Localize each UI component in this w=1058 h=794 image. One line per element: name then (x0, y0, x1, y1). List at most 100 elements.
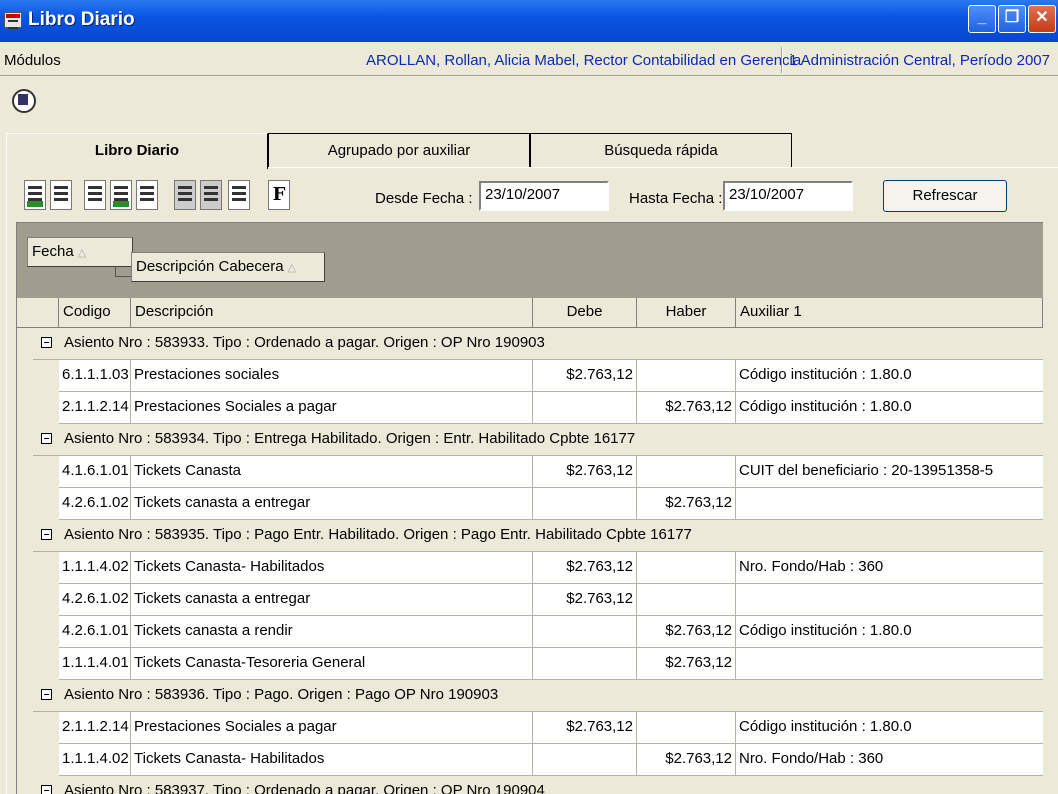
group-chip-descripcion[interactable]: Descripción Cabecera △ (131, 252, 325, 282)
table-row[interactable]: 1.1.1.4.01 Tickets Canasta-Tesoreria Gene… (59, 648, 1043, 680)
cell-debe (533, 616, 637, 648)
cell-auxiliar: CUIT del beneficiario : 20-13951358-5 (736, 456, 1043, 488)
refrescar-button[interactable]: Refrescar (883, 180, 1007, 212)
cell-descripcion: Tickets canasta a rendir (131, 616, 533, 648)
collapse-icon[interactable] (41, 433, 52, 444)
table-row[interactable]: 6.1.1.1.03 Prestaciones sociales $2.763,12… (59, 360, 1043, 392)
expand-all-icon[interactable] (24, 180, 46, 210)
cell-haber (637, 360, 736, 392)
group-row[interactable]: Asiento Nro : 583937. Tipo : Ordenado a … (33, 776, 1043, 794)
indent-header (17, 298, 59, 328)
group-chip-descripcion-label: Descripción Cabecera (136, 258, 284, 275)
cell-debe (533, 744, 637, 776)
collapse-icon[interactable] (41, 689, 52, 700)
font-icon[interactable]: F (268, 180, 290, 210)
minimize-button[interactable]: _ (968, 5, 996, 33)
cell-haber (637, 712, 736, 744)
collapse-all-icon[interactable] (50, 180, 72, 210)
tab-busqueda-rapida[interactable]: Búsqueda rápida (530, 133, 792, 167)
window-title: Libro Diario (28, 9, 135, 30)
group-row[interactable]: Asiento Nro : 583935. Tipo : Pago Entr. … (33, 520, 1043, 552)
cell-codigo: 1.1.1.4.02 (59, 744, 131, 776)
desde-fecha-label: Desde Fecha : (375, 190, 473, 207)
group-icon[interactable] (110, 180, 132, 210)
cell-auxiliar (736, 488, 1043, 520)
group-row[interactable]: Asiento Nro : 583936. Tipo : Pago. Orige… (33, 680, 1043, 712)
journal-grid: Fecha △ Descripción Cabecera △ Codigo Desc… (16, 222, 1043, 794)
table-row[interactable]: 1.1.1.4.02 Tickets Canasta- Habilitados $2… (59, 552, 1043, 584)
cell-debe: $2.763,12 (533, 360, 637, 392)
cell-codigo: 4.2.6.1.01 (59, 616, 131, 648)
collapse-icon[interactable] (41, 337, 52, 348)
cell-debe: $2.763,12 (533, 552, 637, 584)
title-bar: Libro Diario _ ❐ ✕ (0, 0, 1058, 42)
group-by-box: Fecha △ Descripción Cabecera △ (17, 223, 1043, 298)
app-icon (4, 12, 22, 29)
col-haber[interactable]: Haber (637, 298, 736, 328)
columns-icon[interactable] (84, 180, 106, 210)
table-row[interactable]: 4.1.6.1.01 Tickets Canasta $2.763,12 CUIT d… (59, 456, 1043, 488)
cell-descripcion: Tickets canasta a entregar (131, 584, 533, 616)
table-row[interactable]: 4.2.6.1.01 Tickets canasta a rendir $2.763… (59, 616, 1043, 648)
col-descripcion[interactable]: Descripción (131, 298, 533, 328)
exit-icon[interactable] (8, 85, 38, 115)
print-icon[interactable] (174, 180, 196, 210)
user-info: AROLLAN, Rollan, Alicia Mabel, Rector Co… (366, 52, 802, 69)
group-row-label: Asiento Nro : 583934. Tipo : Entrega Hab… (64, 430, 636, 447)
menu-bar: Módulos AROLLAN, Rollan, Alicia Mabel, R… (0, 45, 1058, 76)
cell-auxiliar (736, 584, 1043, 616)
tab-agrupado-por-auxiliar[interactable]: Agrupado por auxiliar (268, 133, 530, 167)
cell-descripcion: Tickets Canasta- Habilitados (131, 552, 533, 584)
table-row[interactable]: 1.1.1.4.02 Tickets Canasta- Habilitados $2… (59, 744, 1043, 776)
cell-codigo: 2.1.1.2.14 (59, 392, 131, 424)
cell-codigo: 4.2.6.1.02 (59, 488, 131, 520)
group-connector (115, 266, 132, 277)
cell-codigo: 2.1.1.2.14 (59, 712, 131, 744)
main-toolbar (0, 78, 1058, 122)
group-chip-fecha-label: Fecha (32, 243, 74, 260)
cell-codigo: 6.1.1.1.03 (59, 360, 131, 392)
table-row[interactable]: 2.1.1.2.14 Prestaciones Sociales a pagar $… (59, 712, 1043, 744)
filter-icon[interactable] (136, 180, 158, 210)
col-auxiliar[interactable]: Auxiliar 1 (736, 298, 1043, 328)
table-row[interactable]: 4.2.6.1.02 Tickets canasta a entregar $2.7… (59, 584, 1043, 616)
group-row[interactable]: Asiento Nro : 583933. Tipo : Ordenado a … (33, 328, 1043, 360)
cell-descripcion: Tickets Canasta- Habilitados (131, 744, 533, 776)
table-row[interactable]: 4.2.6.1.02 Tickets canasta a entregar $2.7… (59, 488, 1043, 520)
tab-libro-diario[interactable]: Libro Diario (6, 133, 268, 169)
cell-haber: $2.763,12 (637, 616, 736, 648)
close-button[interactable]: ✕ (1028, 5, 1056, 33)
cell-debe (533, 648, 637, 680)
cell-debe (533, 488, 637, 520)
modules-menu[interactable]: Módulos (4, 52, 61, 69)
cell-debe: $2.763,12 (533, 584, 637, 616)
desde-fecha-input[interactable]: 23/10/2007 (479, 181, 609, 211)
print-preview-icon[interactable] (200, 180, 222, 210)
cell-haber (637, 552, 736, 584)
cell-auxiliar: Código institución : 1.80.0 (736, 616, 1043, 648)
hasta-fecha-input[interactable]: 23/10/2007 (723, 181, 853, 211)
hasta-fecha-label: Hasta Fecha : (629, 190, 723, 207)
cell-descripcion: Tickets Canasta (131, 456, 533, 488)
cell-descripcion: Tickets canasta a entregar (131, 488, 533, 520)
group-chip-fecha[interactable]: Fecha △ (27, 237, 133, 267)
copy-icon[interactable] (228, 180, 250, 210)
cell-auxiliar: Nro. Fondo/Hab : 360 (736, 744, 1043, 776)
cell-descripcion: Tickets Canasta-Tesoreria General (131, 648, 533, 680)
restore-button[interactable]: ❐ (998, 5, 1026, 33)
group-row-label: Asiento Nro : 583933. Tipo : Ordenado a … (64, 334, 545, 351)
cell-haber: $2.763,12 (637, 392, 736, 424)
organization-info: 1 Administración Central, Período 2007 (789, 52, 1050, 69)
col-debe[interactable]: Debe (533, 298, 637, 328)
group-row-label: Asiento Nro : 583935. Tipo : Pago Entr. … (64, 526, 692, 543)
collapse-icon[interactable] (41, 529, 52, 540)
group-row-label: Asiento Nro : 583937. Tipo : Ordenado a … (64, 782, 545, 794)
cell-codigo: 4.1.6.1.01 (59, 456, 131, 488)
group-row[interactable]: Asiento Nro : 583934. Tipo : Entrega Hab… (33, 424, 1043, 456)
cell-haber: $2.763,12 (637, 744, 736, 776)
cell-codigo: 1.1.1.4.02 (59, 552, 131, 584)
cell-descripcion: Prestaciones sociales (131, 360, 533, 392)
table-row[interactable]: 2.1.1.2.14 Prestaciones Sociales a pagar $… (59, 392, 1043, 424)
col-codigo[interactable]: Codigo (59, 298, 131, 328)
cell-auxiliar: Código institución : 1.80.0 (736, 360, 1043, 392)
